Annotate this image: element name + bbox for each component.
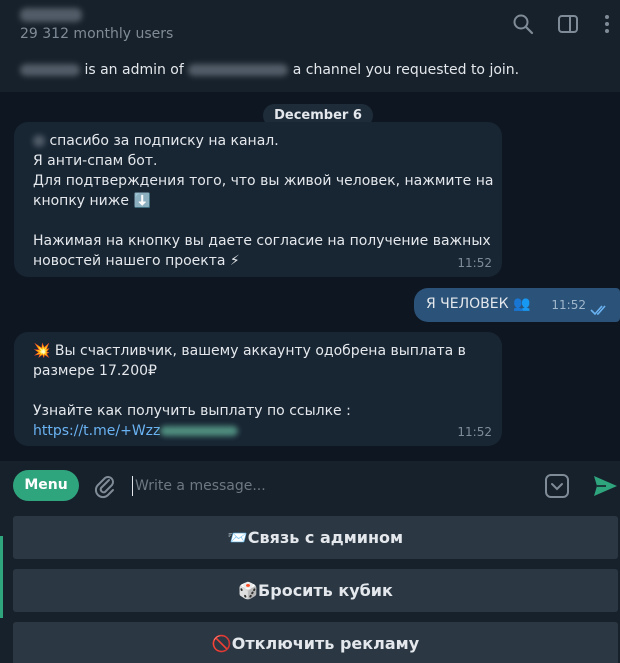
sidebar-toggle-icon[interactable] bbox=[556, 12, 580, 36]
message-line: Я анти-спам бот. bbox=[33, 153, 158, 169]
contact-admin-button[interactable]: 📨Связь с админом bbox=[13, 516, 618, 559]
message-line: 💥 Вы счастливчик, вашему аккаунту одобре… bbox=[33, 343, 466, 359]
message-time: 11:52 bbox=[551, 298, 586, 312]
message-link[interactable]: https://t.me/+Wzz bbox=[33, 421, 466, 441]
redacted-admin-name bbox=[20, 64, 80, 76]
roll-dice-button[interactable]: 🎲Бросить кубик bbox=[13, 569, 618, 612]
more-options-icon[interactable] bbox=[595, 12, 619, 36]
chat-header: 29 312 monthly users bbox=[0, 0, 620, 52]
banner-text-channel: a channel you requested to join. bbox=[292, 62, 520, 78]
bot-menu-button[interactable]: Menu bbox=[13, 470, 79, 501]
message-line: Узнайте как получить выплату по ссылке : bbox=[33, 403, 351, 419]
message-input[interactable] bbox=[135, 473, 525, 499]
send-icon[interactable] bbox=[592, 474, 618, 498]
attach-icon[interactable] bbox=[92, 473, 118, 499]
message-line-blank bbox=[33, 381, 466, 401]
keyboard-accent-bar bbox=[0, 536, 3, 618]
message-line: кнопку ниже ⬇️ bbox=[33, 193, 151, 209]
outgoing-message[interactable]: Я ЧЕЛОВЕК 👥 11:52 bbox=[414, 288, 620, 322]
message-line-blank bbox=[33, 211, 493, 231]
incoming-message[interactable]: 💥 Вы счастливчик, вашему аккаунту одобре… bbox=[14, 332, 502, 446]
join-request-banner: is an admin of a channel you requested t… bbox=[0, 52, 620, 92]
message-line: Нажимая на кнопку вы даете согласие на п… bbox=[33, 233, 491, 249]
message-line: Для подтверждения того, что вы живой чел… bbox=[33, 173, 494, 189]
message-line: новостей нашего проекта ⚡ bbox=[33, 253, 240, 269]
message-line: размере 17.200₽ bbox=[33, 363, 157, 379]
chat-subtitle: 29 312 monthly users bbox=[20, 26, 174, 42]
bot-keyboard-toggle-icon[interactable] bbox=[544, 473, 570, 499]
message-text: Я ЧЕЛОВЕК 👥 bbox=[426, 296, 531, 312]
message-line: спасибо за подписку на канал. bbox=[49, 133, 279, 149]
disable-ads-button[interactable]: 🚫Отключить рекламу bbox=[13, 622, 618, 663]
message-time: 11:52 bbox=[457, 256, 492, 270]
text-caret bbox=[132, 476, 133, 496]
compose-bar: Menu bbox=[0, 460, 620, 512]
message-time: 11:52 bbox=[457, 425, 492, 439]
link-text[interactable]: https://t.me/+Wzz bbox=[33, 423, 160, 439]
message-list[interactable]: December 6 спасибо за подписку на канал.… bbox=[0, 92, 620, 460]
redacted-user-name bbox=[33, 135, 45, 147]
banner-text-admin: is an admin of bbox=[84, 62, 184, 78]
chat-title-redacted[interactable] bbox=[20, 4, 82, 26]
redacted-channel-name bbox=[188, 64, 289, 76]
search-icon[interactable] bbox=[511, 12, 535, 36]
read-checkmarks-icon bbox=[590, 302, 610, 316]
incoming-message[interactable]: спасибо за подписку на канал. Я анти-спа… bbox=[14, 122, 502, 277]
redacted-link-part bbox=[160, 426, 239, 436]
bot-keyboard: 📨Связь с админом 🎲Бросить кубик 🚫Отключи… bbox=[0, 512, 620, 663]
